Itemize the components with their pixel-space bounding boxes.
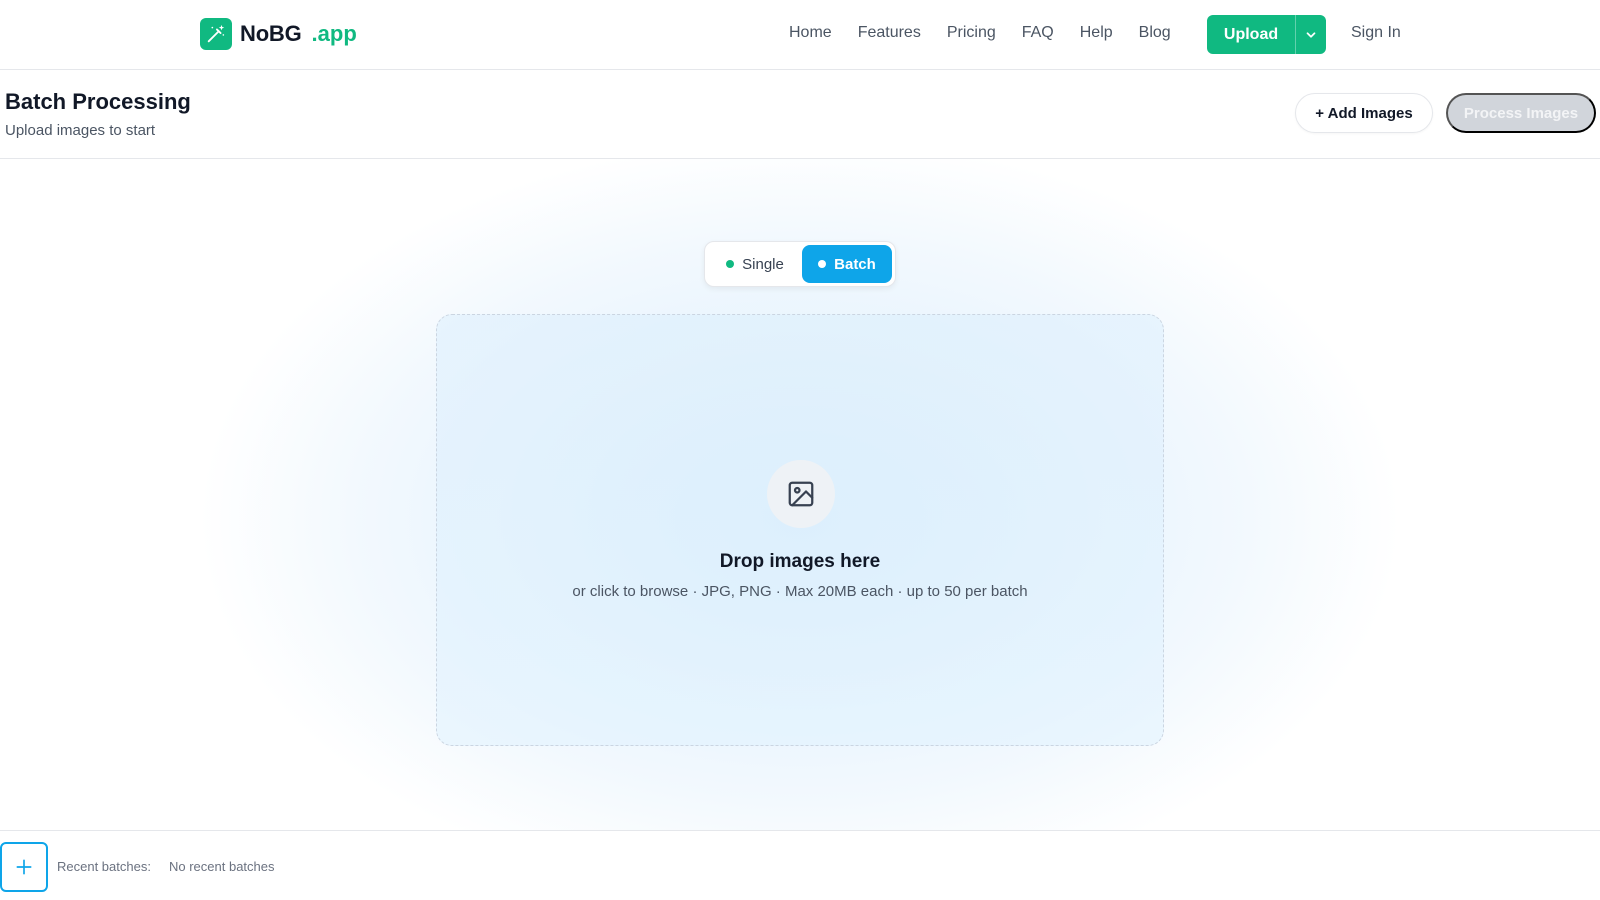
dropzone-title: Drop images here (719, 551, 881, 572)
mode-single-label: Single (742, 255, 784, 273)
status-dot-icon (726, 260, 735, 268)
nav-link-faq[interactable]: FAQ (1022, 24, 1054, 42)
brand-suffix: .app (311, 21, 357, 46)
nav-link-features[interactable]: Features (858, 24, 921, 42)
nav-links: Home Features Pricing FAQ Help Blog (789, 24, 1197, 42)
upload-button-group: Upload (1207, 15, 1326, 54)
brand[interactable]: NoBG .app (200, 18, 357, 50)
recent-batches-empty: No recent batches (169, 859, 275, 874)
mode-single-button[interactable]: Single (708, 245, 802, 283)
image-icon (767, 460, 835, 528)
add-images-button[interactable]: + Add Images (1295, 93, 1433, 133)
image-dropzone[interactable]: Drop images here or click to browse · JP… (436, 314, 1164, 746)
mode-batch-button[interactable]: Batch (801, 245, 892, 283)
upload-button[interactable]: Upload (1207, 15, 1295, 54)
nav-link-home[interactable]: Home (789, 24, 832, 42)
nav-link-help[interactable]: Help (1080, 24, 1113, 42)
new-batch-button[interactable] (0, 842, 48, 892)
upload-area: Single Batch Drop images here or click t… (0, 159, 1600, 830)
process-images-button[interactable]: Process Images (1446, 93, 1596, 133)
upload-dropdown-button[interactable] (1295, 15, 1326, 54)
page-title: Batch Processing (5, 89, 191, 114)
dropzone-subtitle: or click to browse · JPG, PNG · Max 20MB… (572, 583, 1028, 600)
nav-link-blog[interactable]: Blog (1139, 24, 1171, 42)
brand-name: NoBG (240, 21, 302, 46)
magic-wand-icon (200, 18, 232, 50)
recent-batches-label: Recent batches: (57, 859, 151, 874)
mode-toggle: Single Batch (704, 241, 896, 287)
status-dot-icon (818, 260, 827, 268)
sign-in-link[interactable]: Sign In (1351, 24, 1401, 42)
recent-batches-bar: Recent batches: No recent batches (0, 830, 1600, 900)
mode-batch-label: Batch (834, 255, 876, 273)
top-navigation: NoBG .app Home Features Pricing FAQ Help… (0, 0, 1600, 70)
nav-link-pricing[interactable]: Pricing (947, 24, 996, 42)
plus-icon (16, 859, 32, 875)
page-header: Batch Processing Upload images to start … (0, 70, 1600, 159)
page-subtitle: Upload images to start (5, 122, 156, 139)
chevron-down-icon (1306, 31, 1316, 38)
